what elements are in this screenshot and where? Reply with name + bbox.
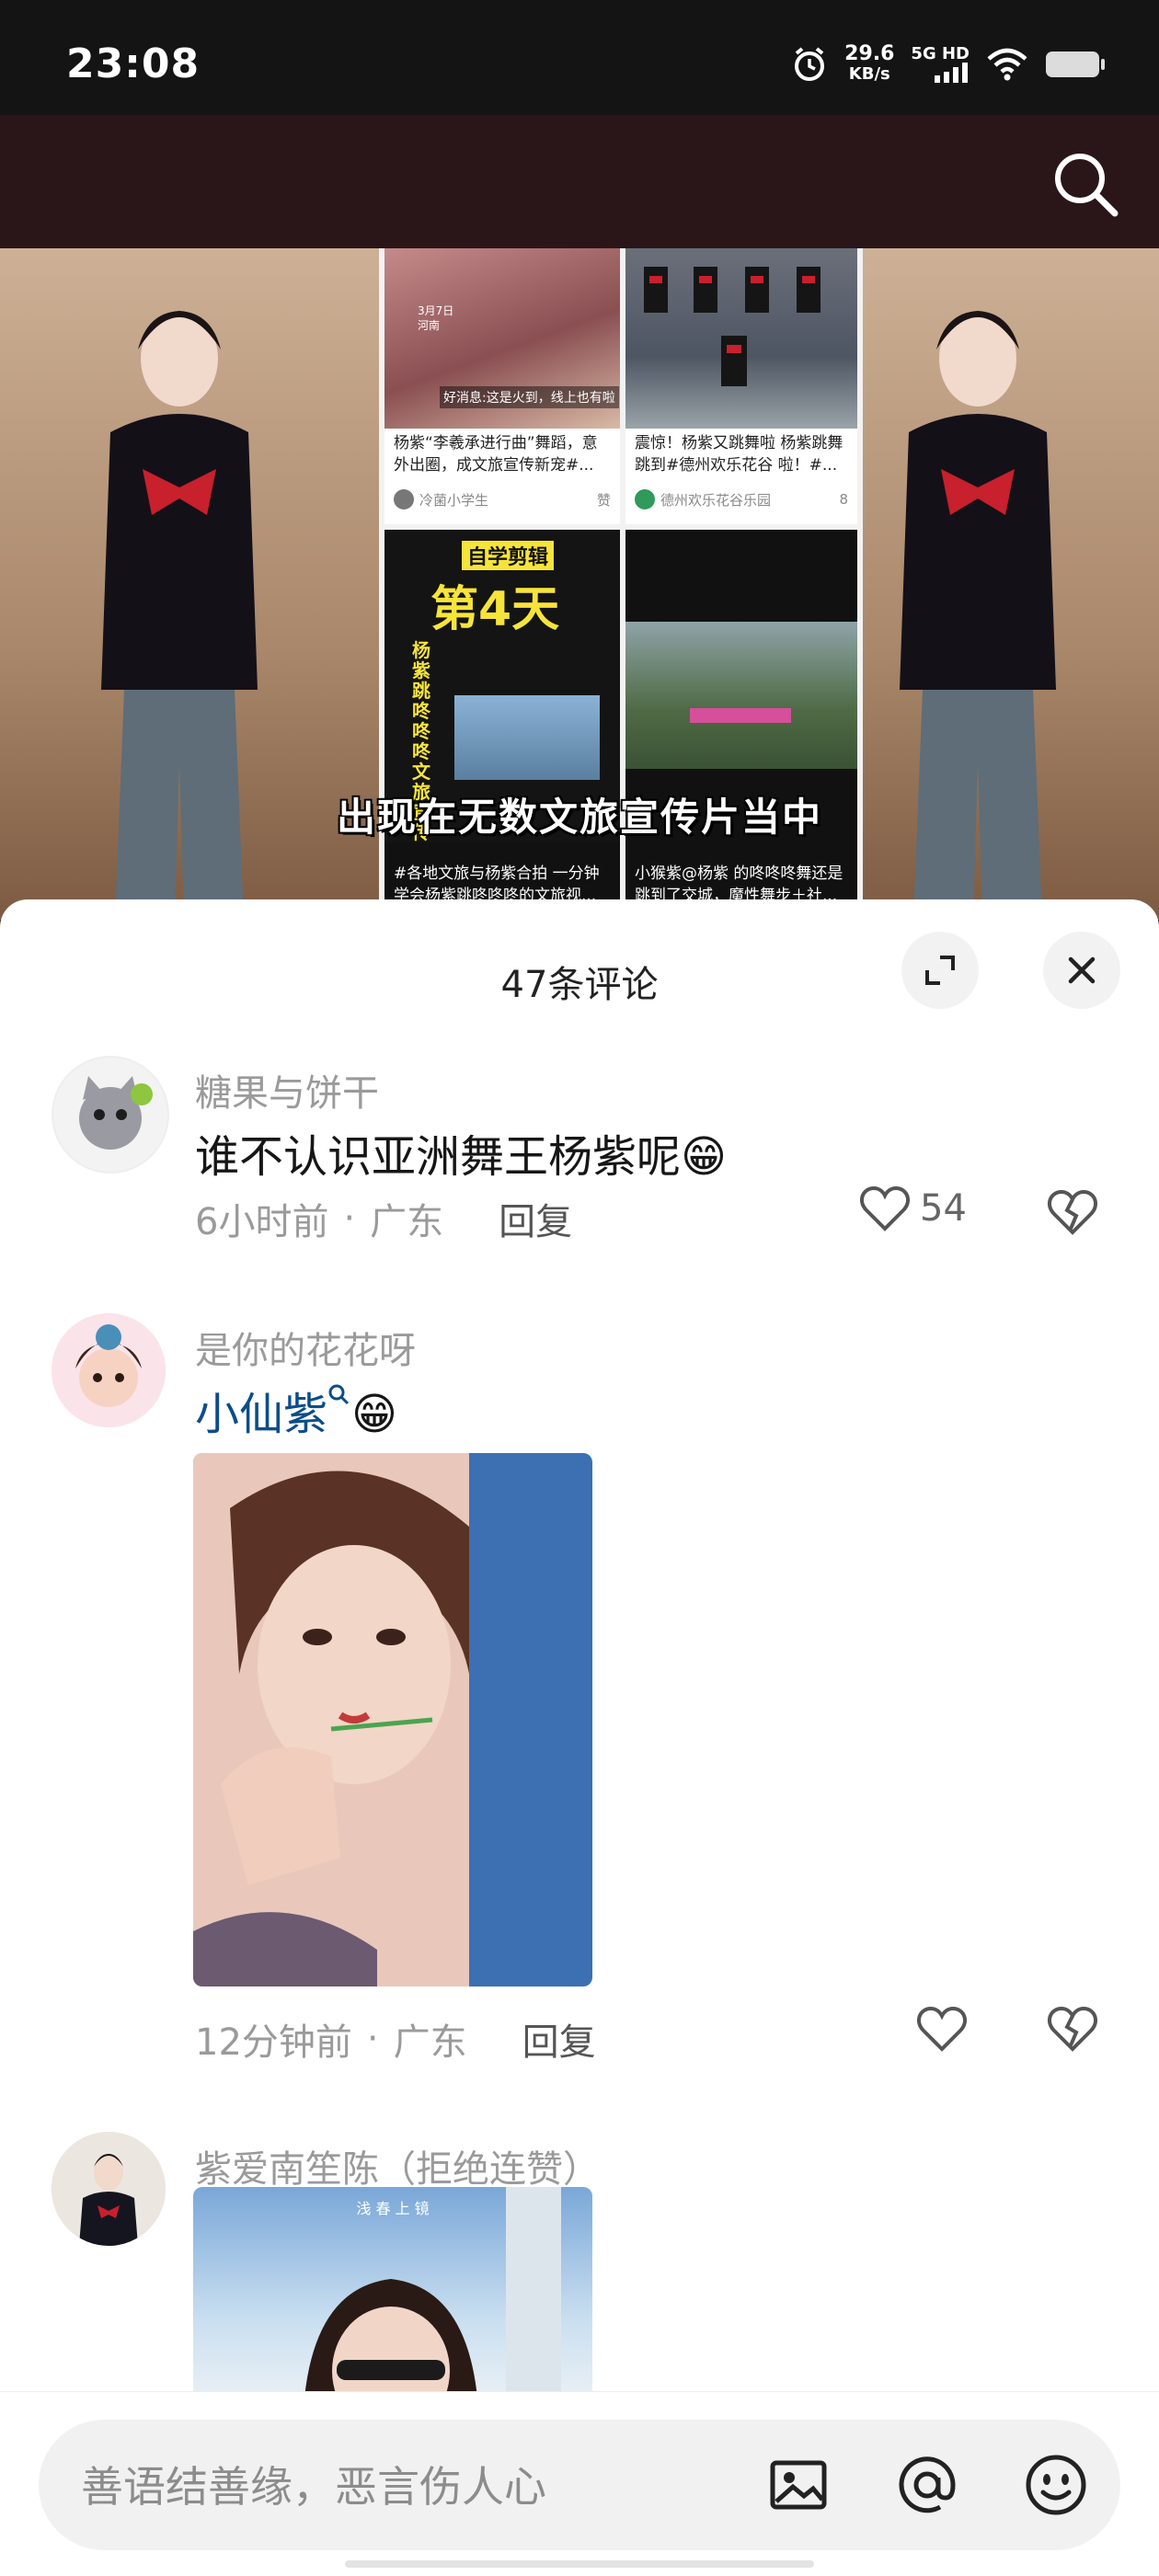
search-link[interactable]: 小仙紫 [195, 1389, 327, 1440]
comment-username[interactable]: 糖果与饼干 [195, 1063, 379, 1116]
comments-header: 47条评论 [0, 899, 1159, 1009]
alarm-icon [795, 47, 825, 81]
signal-group: 5G HD [911, 46, 970, 83]
card-author-name: 冷菌小学生 [419, 491, 489, 509]
dancer-avatar-image [52, 2132, 166, 2246]
home-indicator[interactable] [345, 2560, 814, 2568]
meta-separator: · [343, 1197, 356, 1240]
avatar[interactable] [52, 1056, 169, 1174]
comment-username[interactable]: 紫爱南笙陈（拒绝连赞） [195, 2139, 600, 2192]
comment-time: 12分钟前 [195, 2021, 352, 2064]
reply-button[interactable]: 回复 [499, 1192, 572, 1245]
card-image-headline: 第4天 [430, 582, 560, 637]
reply-button[interactable]: 回复 [522, 2012, 596, 2066]
comment-text: 谁不认识亚洲舞王杨紫呢😁 [195, 1120, 727, 1185]
network-type: 5G HD [911, 44, 970, 63]
card-image: 3月7日 河南 好消息:这是火到，线上也有啦 [384, 248, 620, 429]
card-likes: 赞 [596, 491, 611, 509]
broken-heart-icon[interactable] [1047, 2005, 1098, 2053]
comment-input-bar [0, 2391, 1159, 2576]
comment-meta: 6小时前 · 广东 回复 [195, 1192, 572, 1245]
comment-location: 广东 [393, 2021, 467, 2064]
card-likes: 8 [839, 491, 848, 508]
comment-meta: 12分钟前 · 广东 回复 [195, 2012, 596, 2066]
broken-heart-icon[interactable] [1047, 1188, 1098, 1236]
cat-avatar-image [79, 1076, 153, 1150]
video-player[interactable]: 3月7日 河南 好消息:这是火到，线上也有啦 杨紫“李羲承进行曲”舞蹈，意外出圈… [0, 248, 1159, 920]
comment-input-container [39, 2420, 1120, 2550]
girl-avatar-image [52, 1313, 166, 1427]
comment-text-content: 谁不认识亚洲舞王杨紫呢 [195, 1131, 682, 1183]
heart-icon [859, 1185, 911, 1231]
speed-value: 29.6 [844, 42, 895, 65]
status-bar: 23:08 29.6 KB/s 5G HD [0, 0, 1159, 115]
card-image-scene [454, 695, 600, 780]
card-author-name: 德州欢乐花谷乐园 [660, 491, 772, 509]
portrait-photo [193, 1453, 592, 1986]
comment-item: 糖果与饼干 谁不认识亚洲舞王杨紫呢😁 6小时前 · 广东 回复 54 [0, 1056, 1159, 1258]
card-author-avatar [635, 489, 655, 509]
comment-image[interactable]: 浅 春 上 镜 [193, 2187, 592, 2408]
card-title: 震惊！杨紫又跳舞啦 杨紫跳舞跳到#德州欢乐花谷 啦！#... [635, 434, 843, 475]
avatar[interactable] [52, 1313, 166, 1427]
collage-card: 3月7日 河南 好消息:这是火到，线上也有啦 杨紫“李羲承进行曲”舞蹈，意外出圈… [384, 248, 620, 524]
collage-card: 小猴紫@杨紫 的咚咚咚舞还是跳到了交城，魔性舞步＋社... [625, 530, 857, 920]
signal-icon [935, 63, 968, 83]
comment-item: 是你的花花呀 小仙紫 😁 12分钟前 · 广东 回复 [0, 1313, 1159, 2064]
close-icon [1068, 956, 1096, 984]
comment-text: 小仙紫 😁 [195, 1378, 397, 1442]
like-count: 54 [920, 1187, 967, 1230]
card-image-tag: 自学剪辑 [462, 541, 555, 570]
speed-unit: KB/s [848, 64, 890, 84]
top-bar [0, 115, 1159, 248]
wifi-icon [987, 48, 1027, 81]
comment-image[interactable] [193, 1453, 592, 1986]
card-title: 杨紫“李羲承进行曲”舞蹈，意外出圈，成文旅宣传新宠#... [394, 434, 598, 475]
status-time: 23:08 [66, 40, 201, 87]
search-icon[interactable] [1049, 147, 1122, 221]
emoji-icon[interactable] [1023, 2452, 1089, 2518]
like-button[interactable]: 54 [859, 1185, 967, 1232]
card-image-banner [690, 708, 791, 723]
expand-icon [925, 956, 955, 985]
close-button[interactable] [1043, 932, 1120, 1009]
card-author-avatar [394, 489, 414, 509]
card-image [625, 622, 857, 769]
portrait-photo [304, 2187, 561, 2408]
comment-time: 6小时前 [195, 1201, 329, 1243]
card-image-text: 好消息:这是火到，线上也有啦 [440, 386, 619, 408]
card-badge: 3月7日 河南 [418, 304, 454, 332]
comment-input[interactable] [79, 2456, 727, 2517]
search-link-icon[interactable] [327, 1383, 351, 1407]
comment-location: 广东 [370, 1201, 444, 1243]
video-caption: 出现在无数文旅宣传片当中 [336, 795, 822, 840]
image-icon[interactable] [765, 2452, 832, 2518]
collage-card: 震惊！杨紫又跳舞啦 杨紫跳舞跳到#德州欢乐花谷 啦！#... 德州欢乐花谷乐园 … [625, 248, 857, 524]
comments-sheet: 47条评论 糖果与饼干 谁不认识亚洲舞王杨紫呢😁 6小时前 · 广东 回复 54… [0, 899, 1159, 2575]
dancers-image [644, 267, 820, 386]
card-image [625, 248, 857, 429]
at-icon[interactable] [894, 2452, 960, 2518]
comment-item: 紫爱南笙陈（拒绝连赞） 浅 春 上 镜 [0, 2132, 1159, 2408]
grin-emoji: 😁 [351, 1389, 398, 1440]
grin-emoji: 😁 [681, 1131, 728, 1183]
comment-username[interactable]: 是你的花花呀 [195, 1321, 416, 1374]
card-author: 冷菌小学生 赞 [394, 489, 611, 509]
battery-icon [1046, 52, 1105, 77]
network-speed: 29.6 KB/s [844, 44, 894, 85]
status-icons: 29.6 KB/s 5G HD [791, 44, 1106, 85]
heart-icon[interactable] [916, 2005, 968, 2053]
meta-separator: · [366, 2018, 379, 2060]
comments-title: 47条评论 [500, 964, 659, 1006]
collage-card: 自学剪辑 第4天 杨紫跳咚咚咚文旅宣传 #各地文旅与杨紫合拍 一分钟学会杨紫跳咚… [384, 530, 620, 920]
expand-button[interactable] [901, 932, 979, 1009]
avatar[interactable] [52, 2132, 166, 2246]
card-author: 德州欢乐花谷乐园 8 [635, 489, 848, 509]
